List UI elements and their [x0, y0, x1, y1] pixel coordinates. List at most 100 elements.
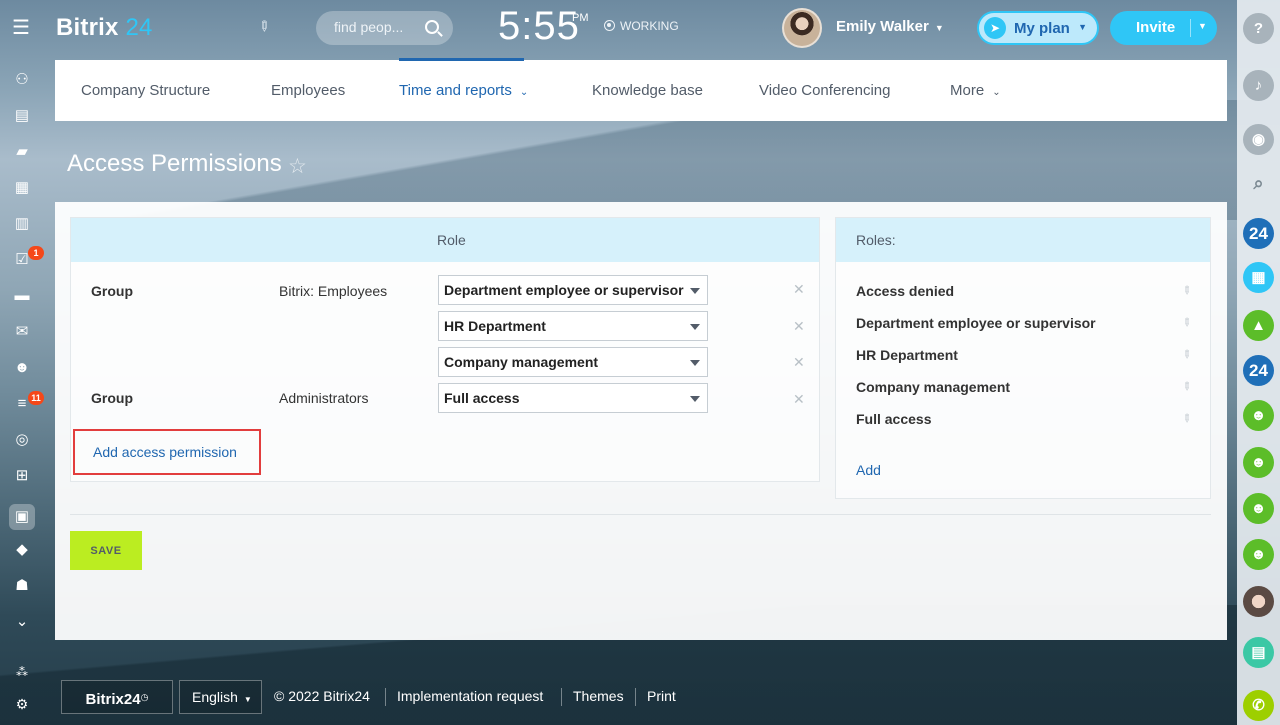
- nav-video-conferencing[interactable]: Video Conferencing: [759, 82, 890, 99]
- divider: [70, 514, 1211, 515]
- invite-label: Invite: [1136, 19, 1176, 36]
- calendar-icon[interactable]: ▦: [1243, 262, 1274, 293]
- role-select[interactable]: Department employee or supervisor: [438, 275, 708, 305]
- search-box[interactable]: [316, 11, 453, 45]
- chat-icon[interactable]: ▰: [12, 142, 32, 162]
- separator: [635, 688, 636, 706]
- nav-employees[interactable]: Employees: [271, 82, 345, 99]
- row-name: Bitrix: Employees: [279, 283, 388, 299]
- group-chat-icon[interactable]: ☻: [1243, 539, 1274, 570]
- roles-header-label: Roles:: [856, 232, 896, 248]
- logo[interactable]: Bitrix 24: [56, 14, 153, 42]
- add-access-permission-link[interactable]: Add access permission: [93, 444, 237, 460]
- footer-logo-text: Bitrix24: [85, 691, 141, 708]
- group-chat-icon[interactable]: ☻: [1243, 493, 1274, 524]
- remove-icon[interactable]: ✕: [793, 281, 805, 298]
- dropdown-arrow-icon: [690, 324, 700, 330]
- edit-icon[interactable]: ✎: [1179, 379, 1195, 394]
- dropdown-arrow-icon: [690, 396, 700, 402]
- implementation-request-link[interactable]: Implementation request: [397, 688, 543, 704]
- clock-icon: ◷: [140, 692, 149, 702]
- edit-icon[interactable]: ✎: [1179, 347, 1195, 362]
- group-chat-icon[interactable]: ☻: [1243, 400, 1274, 431]
- separator: [1190, 19, 1191, 37]
- remove-icon[interactable]: ✕: [793, 354, 805, 371]
- themes-link[interactable]: Themes: [573, 688, 624, 704]
- my-plan-button[interactable]: ➤ My plan ▼: [977, 11, 1099, 45]
- calendar-icon[interactable]: ▦: [12, 178, 32, 198]
- edit-icon[interactable]: ✎: [1179, 411, 1195, 426]
- bitrix24-chat-icon[interactable]: 24: [1243, 355, 1274, 386]
- avatar-group[interactable]: [1243, 586, 1274, 617]
- role-item[interactable]: HR Department: [856, 347, 958, 363]
- chevron-down-icon: ⌄: [992, 87, 1001, 98]
- edit-icon[interactable]: ✎: [1179, 315, 1195, 330]
- search-icon[interactable]: ⌕: [1243, 168, 1274, 199]
- goals-icon[interactable]: ◎: [12, 430, 32, 450]
- robot-icon[interactable]: ☗: [12, 576, 32, 596]
- save-button[interactable]: SAVE: [70, 531, 142, 570]
- language-selector[interactable]: English ▼: [179, 680, 262, 714]
- role-select-value: Full access: [444, 390, 520, 406]
- nav-more[interactable]: More ⌄: [950, 82, 1001, 99]
- menu-icon[interactable]: ☰: [12, 18, 32, 38]
- mail-icon[interactable]: ✉: [12, 322, 32, 342]
- connections-icon[interactable]: ⚇: [12, 70, 32, 90]
- chevron-down-icon[interactable]: ▼: [1198, 21, 1207, 31]
- sitemap-icon[interactable]: ⁂: [12, 662, 32, 682]
- notifications-icon[interactable]: ♪: [1243, 70, 1274, 101]
- add-role-link[interactable]: Add: [856, 462, 881, 478]
- drive-icon[interactable]: ▬: [12, 286, 32, 306]
- contact-center-icon[interactable]: ▣: [9, 504, 35, 530]
- right-sidebar: ? ♪ ◉ ⌕ 24 ▦ ▲ 24 ☻ ☻ ☻ ☻ ▤ ✆: [1237, 0, 1280, 725]
- avatar[interactable]: [782, 8, 822, 48]
- remove-icon[interactable]: ✕: [793, 391, 805, 408]
- active-tab-indicator: [399, 58, 524, 61]
- nav-time-and-reports[interactable]: Time and reports ⌄: [399, 82, 528, 99]
- edit-icon[interactable]: ✎: [1179, 283, 1195, 298]
- add-chat-icon[interactable]: ▤: [1243, 637, 1274, 668]
- lock-icon[interactable]: ▲: [1243, 310, 1274, 341]
- role-item[interactable]: Company management: [856, 379, 1010, 395]
- help-icon[interactable]: ?: [1243, 13, 1274, 44]
- top-nav: Company Structure Employees Time and rep…: [55, 60, 1227, 121]
- my-plan-label: My plan: [1014, 20, 1070, 37]
- print-link[interactable]: Print: [647, 688, 676, 704]
- star-icon[interactable]: ☆: [288, 154, 307, 179]
- role-item[interactable]: Department employee or supervisor: [856, 315, 1096, 331]
- role-select[interactable]: Full access: [438, 383, 708, 413]
- row-type: Group: [91, 283, 133, 299]
- role-select[interactable]: Company management: [438, 347, 708, 377]
- more-icon[interactable]: ⌄: [12, 612, 32, 632]
- documents-icon[interactable]: ▥: [12, 214, 32, 234]
- invite-button[interactable]: Invite ▼: [1110, 11, 1217, 45]
- row-name: Administrators: [279, 390, 369, 406]
- edit-icon[interactable]: ✎: [254, 16, 274, 36]
- inventory-icon[interactable]: ◆: [12, 540, 32, 560]
- permissions-panel: Role Group Bitrix: Employees Department …: [70, 217, 820, 482]
- work-status[interactable]: WORKING: [604, 19, 679, 33]
- settings-icon[interactable]: ⚙: [12, 694, 32, 714]
- footer-logo[interactable]: Bitrix24◷: [61, 680, 173, 714]
- chevron-down-icon: ▼: [934, 23, 944, 33]
- tasks-badge: 1: [28, 246, 44, 260]
- nav-company-structure[interactable]: Company Structure: [81, 82, 210, 99]
- status-icon: [604, 20, 615, 31]
- bitrix24-icon[interactable]: 24: [1243, 218, 1274, 249]
- role-select[interactable]: HR Department: [438, 311, 708, 341]
- search-input[interactable]: [334, 19, 414, 35]
- messages-icon[interactable]: ◉: [1243, 124, 1274, 155]
- dropdown-arrow-icon: [690, 288, 700, 294]
- phone-icon[interactable]: ✆: [1243, 690, 1274, 721]
- logo-text: Bitrix: [56, 14, 119, 41]
- nav-knowledge-base[interactable]: Knowledge base: [592, 82, 703, 99]
- role-item[interactable]: Full access: [856, 411, 932, 427]
- user-menu[interactable]: Emily Walker ▼: [836, 18, 944, 35]
- remove-icon[interactable]: ✕: [793, 318, 805, 335]
- feed-icon[interactable]: ▤: [12, 106, 32, 126]
- employees-icon[interactable]: ☻: [12, 358, 32, 378]
- group-chat-icon[interactable]: ☻: [1243, 447, 1274, 478]
- shop-icon[interactable]: ⊞: [12, 466, 32, 486]
- role-item[interactable]: Access denied: [856, 283, 954, 299]
- search-icon[interactable]: [425, 20, 439, 34]
